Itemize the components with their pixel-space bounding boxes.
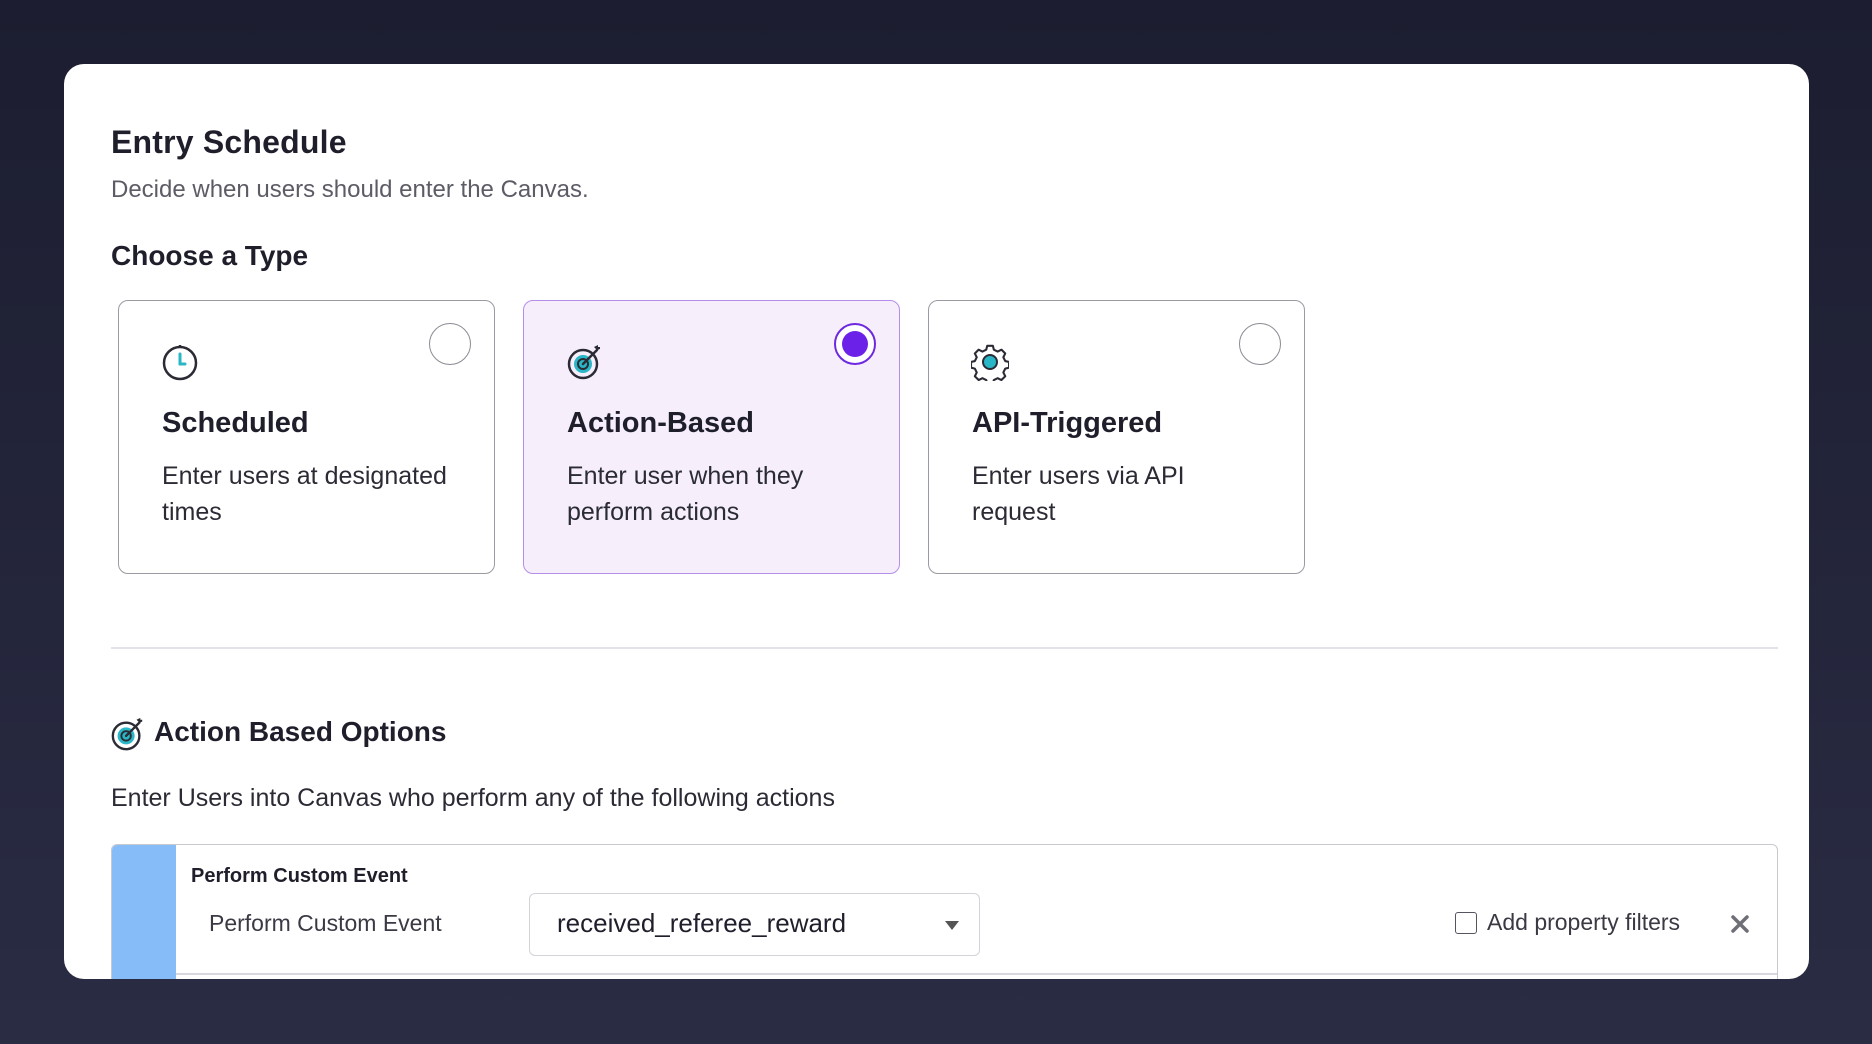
- action-options-description: Enter Users into Canvas who perform any …: [111, 784, 835, 812]
- section-divider: [111, 647, 1778, 649]
- choose-type-heading: Choose a Type: [111, 240, 309, 271]
- page-title: Entry Schedule: [111, 124, 347, 160]
- type-card-api-triggered[interactable]: API-Triggered Enter users via API reques…: [928, 300, 1305, 574]
- radio-action-based[interactable]: [834, 323, 876, 365]
- type-card-action-based[interactable]: Action-Based Enter user when they perfor…: [523, 300, 900, 574]
- property-filters-toggle[interactable]: Add property filters: [1455, 909, 1680, 936]
- radio-scheduled[interactable]: [429, 323, 471, 365]
- type-card-description: Enter users via API request: [972, 462, 1185, 526]
- custom-event-row: Perform Custom Event Perform Custom Even…: [111, 844, 1778, 979]
- target-icon: [111, 717, 143, 751]
- event-heading: Perform Custom Event: [191, 865, 408, 887]
- page-subtitle: Decide when users should enter the Canva…: [111, 176, 589, 203]
- type-card-name: Scheduled: [162, 407, 309, 439]
- entry-schedule-panel: Entry Schedule Decide when users should …: [64, 64, 1809, 979]
- chevron-down-icon: [945, 921, 959, 930]
- type-card-description: Enter user when they perform actions: [567, 462, 804, 526]
- type-card-name: API-Triggered: [972, 407, 1163, 439]
- type-card-description: Enter users at designated times: [162, 462, 447, 526]
- type-card-name: Action-Based: [567, 407, 754, 439]
- type-card-scheduled[interactable]: Scheduled Enter users at designated time…: [118, 300, 495, 574]
- event-color-bar: [112, 845, 176, 979]
- target-icon: [567, 345, 600, 380]
- gear-icon: [971, 344, 1009, 381]
- custom-event-select[interactable]: received_referee_reward: [529, 893, 980, 956]
- event-label: Perform Custom Event: [209, 910, 442, 936]
- custom-event-select-value: received_referee_reward: [557, 908, 847, 938]
- event-row-separator: [176, 973, 1777, 975]
- action-options-title: Action Based Options: [154, 716, 447, 747]
- clock-icon: [162, 345, 198, 381]
- property-filters-checkbox[interactable]: [1455, 911, 1477, 934]
- close-icon[interactable]: [1729, 913, 1751, 935]
- property-filters-label: Add property filters: [1487, 909, 1681, 935]
- radio-api-triggered[interactable]: [1239, 323, 1281, 365]
